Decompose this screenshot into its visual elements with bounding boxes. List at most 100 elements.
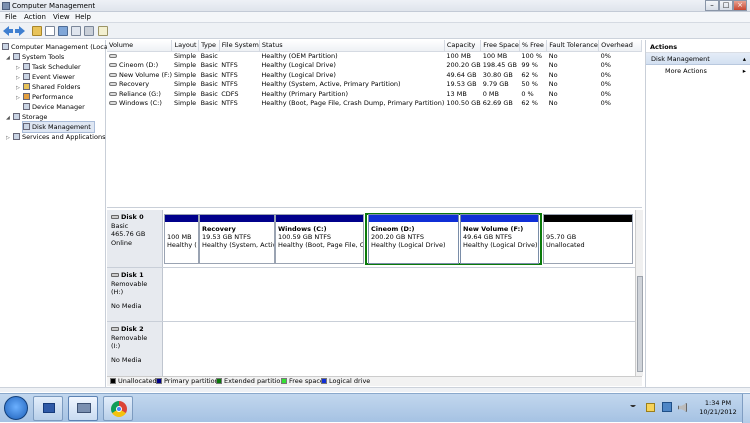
up-folder-icon[interactable] (32, 26, 42, 36)
cell-percent-free: 62 % (521, 70, 538, 79)
more-actions-link[interactable]: More Actions ▸ (646, 65, 750, 78)
table-row[interactable]: Reliance (G:) Simple Basic CDFS Healthy (Pri… (107, 89, 642, 99)
legend-swatch (216, 378, 222, 384)
properties-icon[interactable] (71, 26, 81, 36)
tree-node-storage[interactable]: ◢ Storage (6, 112, 47, 122)
cell-free-space: 9.79 GB (482, 80, 509, 89)
event-log-icon (23, 73, 30, 80)
table-row[interactable]: Windows (C:) Simple Basic NTFS Healthy (Boot… (107, 99, 642, 109)
table-row[interactable]: Simple Basic Healthy (OEM Partition) 100 MB… (107, 51, 642, 61)
collapse-arrow-icon[interactable]: ◢ (6, 53, 13, 63)
tree-node-system-tools[interactable]: ◢ System Tools (6, 52, 64, 62)
cell-type: Basic (200, 80, 218, 89)
column-header-type[interactable]: Type (198, 40, 220, 52)
taskbar: 1:34 PM 10/21/2012 (0, 393, 750, 423)
menu-file[interactable]: File (5, 13, 17, 21)
volume-disk-icon (109, 82, 117, 87)
title-bar: Computer Management – □ × (0, 0, 750, 12)
tree-node-task-scheduler[interactable]: ▷ Task Scheduler (16, 62, 81, 72)
scrollbar-thumb[interactable] (637, 276, 643, 372)
expand-arrow-icon[interactable]: ▷ (16, 93, 23, 103)
back-arrow-icon[interactable] (3, 26, 13, 36)
partition-windows[interactable]: Windows (C:) 100.59 GB NTFS Healthy (Boot,… (275, 214, 364, 264)
cell-layout: Simple (173, 80, 197, 89)
partition-recovery[interactable]: Recovery 19.53 GB NTFS Healthy (System, Ac… (199, 214, 275, 264)
tree-node-shared-folders[interactable]: ▷ Shared Folders (16, 82, 80, 92)
disk-row-2: Disk 2 Removable (I:) No Media (107, 322, 635, 376)
expand-arrow-icon[interactable]: ▷ (6, 133, 13, 143)
cell-overhead: 0% (600, 61, 611, 70)
cell-free-space: 30.80 GB (482, 70, 513, 79)
taskbar-computer-management[interactable] (68, 396, 98, 421)
column-header-fault-tolerance[interactable]: Fault Tolerance (546, 40, 600, 52)
tree-node-performance[interactable]: ▷ Performance (16, 92, 73, 102)
close-button[interactable]: × (733, 0, 747, 11)
removable-disk-icon (111, 273, 119, 277)
navigation-tree: Computer Management (Local ◢ System Tools… (0, 40, 110, 392)
disk-label-1[interactable]: Disk 1 Removable (H:) No Media (107, 268, 163, 321)
column-header-volume[interactable]: Volume (107, 40, 173, 52)
menu-action[interactable]: Action (24, 13, 46, 21)
column-header-overhead[interactable]: Overhead (598, 40, 642, 52)
tree-node-services[interactable]: ▷ Services and Applications (6, 132, 105, 142)
partition-cineom[interactable]: Cineom (D:) 200.20 GB NTFS Healthy (Logica… (368, 214, 459, 264)
network-icon[interactable] (662, 402, 672, 412)
menu-help[interactable]: Help (75, 13, 91, 21)
cell-percent-free: 62 % (521, 99, 538, 108)
clock[interactable]: 1:34 PM 10/21/2012 (696, 399, 740, 417)
action-center-flag-icon[interactable] (646, 403, 655, 412)
table-row[interactable]: Cineom (D:) Simple Basic NTFS Healthy (Logic… (107, 61, 642, 71)
collapse-arrow-icon[interactable]: ◢ (6, 113, 13, 123)
collapse-arrow-icon[interactable]: ▴ (743, 55, 746, 63)
tree-node-disk-management[interactable]: Disk Management (22, 121, 95, 133)
menu-view[interactable]: View (53, 13, 70, 21)
forward-arrow-icon[interactable] (15, 26, 25, 36)
taskbar-remote-desktop[interactable] (33, 396, 63, 421)
start-button[interactable] (4, 396, 28, 420)
tools-icon (13, 53, 20, 60)
column-header-layout[interactable]: Layout (171, 40, 200, 52)
show-hidden-icons-icon[interactable] (630, 405, 636, 411)
show-desktop-button[interactable] (742, 394, 750, 423)
cell-percent-free: 99 % (521, 61, 538, 70)
volume-icon[interactable] (678, 403, 687, 412)
column-header-status[interactable]: Status (259, 40, 445, 52)
legend-swatch (281, 378, 287, 384)
column-header-percent-free[interactable]: % Free (519, 40, 548, 52)
disk-management-icon (23, 123, 30, 130)
logical-drive-bar (369, 215, 458, 222)
cell-status: Healthy (OEM Partition) (261, 52, 338, 60)
rescan-disks-icon[interactable] (84, 26, 94, 36)
tree-node-root[interactable]: Computer Management (Local (2, 42, 110, 52)
monitor-icon (43, 403, 55, 413)
minimize-button[interactable]: – (705, 0, 719, 11)
cell-layout: Simple (173, 61, 197, 70)
tree-node-device-manager[interactable]: Device Manager (23, 102, 85, 112)
column-header-free-space[interactable]: Free Space (480, 40, 520, 52)
submenu-arrow-icon: ▸ (742, 67, 746, 75)
disk-row-1: Disk 1 Removable (H:) No Media (107, 268, 635, 322)
show-tree-icon[interactable] (45, 26, 55, 36)
disk-label-2[interactable]: Disk 2 Removable (I:) No Media (107, 322, 163, 376)
cell-capacity: 49.64 GB (446, 70, 477, 79)
removable-disk-icon (111, 327, 119, 331)
table-row[interactable]: Recovery Simple Basic NTFS Healthy (System, … (107, 80, 642, 90)
partition-oem[interactable]: 100 MB Healthy ( (164, 214, 199, 264)
view-settings-icon[interactable] (98, 26, 108, 36)
taskbar-chrome[interactable] (103, 396, 133, 421)
maximize-button[interactable]: □ (719, 0, 733, 11)
cell-type: Basic (200, 89, 218, 98)
table-row[interactable]: New Volume (F:) Simple Basic NTFS Healthy (L… (107, 70, 642, 80)
cell-file-system: NTFS (221, 99, 238, 108)
column-header-capacity[interactable]: Capacity (444, 40, 482, 52)
disk-view-scrollbar[interactable] (635, 210, 643, 376)
help-icon[interactable] (58, 26, 68, 36)
partition-unallocated[interactable]: 95.70 GB Unallocated (543, 214, 633, 264)
actions-pane: Actions Disk Management ▴ More Actions ▸ (645, 40, 750, 392)
disk-label-0[interactable]: Disk 0 Basic 465.76 GB Online (107, 210, 163, 267)
tree-node-event-viewer[interactable]: ▷ Event Viewer (16, 72, 75, 82)
partition-new-volume[interactable]: New Volume (F:) 49.64 GB NTFS Healthy (Log… (460, 214, 539, 264)
column-header-file-system[interactable]: File System (219, 40, 260, 52)
actions-section-disk-management[interactable]: Disk Management ▴ (646, 53, 750, 65)
cell-percent-free: 0 % (521, 89, 534, 98)
